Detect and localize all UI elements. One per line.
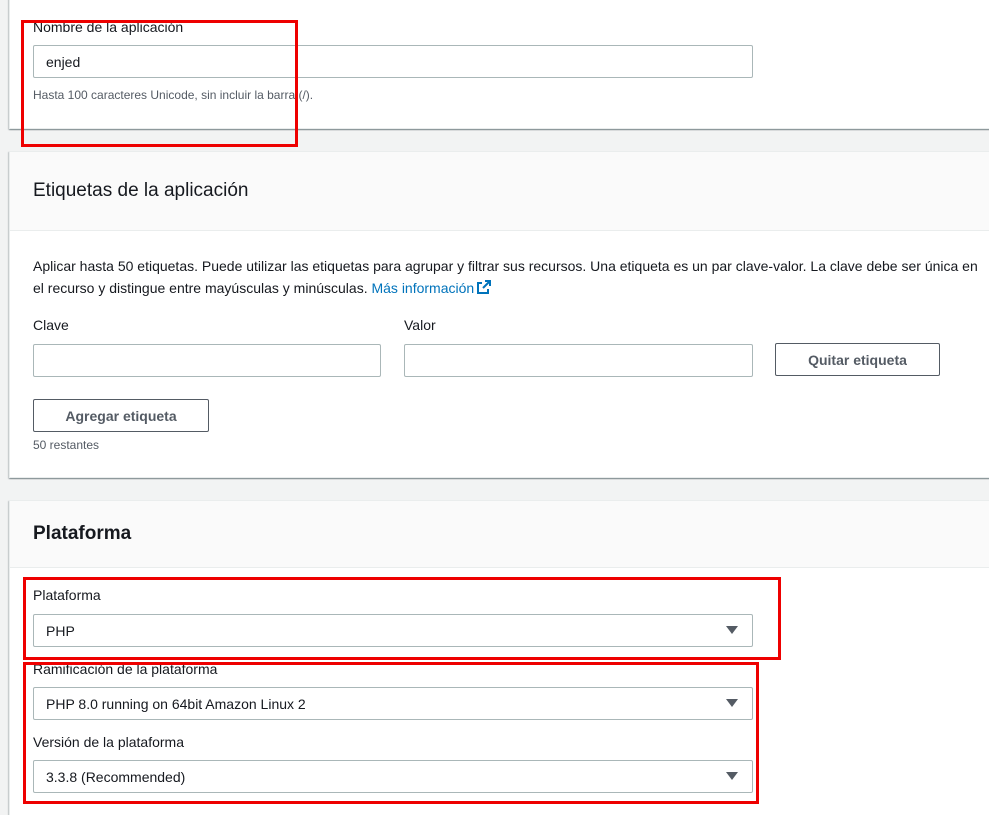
add-tag-label: Agregar etiqueta <box>65 407 177 424</box>
external-link-icon <box>477 280 492 294</box>
caret-down-icon <box>726 772 738 780</box>
app-name-label: Nombre de la aplicación <box>33 19 184 35</box>
platform-label: Plataforma <box>33 587 101 603</box>
learn-more-link[interactable]: Más información <box>371 280 492 296</box>
tag-value-label: Valor <box>404 317 436 333</box>
app-name-input[interactable]: enjed <box>33 45 753 78</box>
platform-card-header: Plataforma <box>10 501 989 568</box>
app-name-card: Nombre de la aplicación enjed Hasta 100 … <box>9 0 989 129</box>
remove-tag-label: Quitar etiqueta <box>808 351 907 368</box>
tag-value-input[interactable] <box>404 344 753 377</box>
tag-key-input[interactable] <box>33 344 381 377</box>
tags-card: Etiquetas de la aplicación Aplicar hasta… <box>9 151 989 478</box>
platform-version-label: Versión de la plataforma <box>33 734 184 750</box>
platform-card: Plataforma Plataforma PHP Ramificación d… <box>9 500 989 815</box>
platform-version-value: 3.3.8 (Recommended) <box>46 768 186 785</box>
add-tag-button[interactable]: Agregar etiqueta <box>33 399 209 432</box>
platform-select[interactable]: PHP <box>33 614 753 647</box>
tags-title: Etiquetas de la aplicación <box>33 180 249 201</box>
tag-key-label: Clave <box>33 317 69 333</box>
tags-card-header: Etiquetas de la aplicación <box>10 152 989 231</box>
caret-down-icon <box>726 699 738 707</box>
platform-branch-label: Ramificación de la plataforma <box>33 661 218 677</box>
platform-branch-value: PHP 8.0 running on 64bit Amazon Linux 2 <box>46 695 306 712</box>
tags-remaining: 50 restantes <box>33 438 100 452</box>
platform-version-select[interactable]: 3.3.8 (Recommended) <box>33 760 753 793</box>
app-name-hint: Hasta 100 caracteres Unicode, sin inclui… <box>33 88 314 102</box>
platform-branch-select[interactable]: PHP 8.0 running on 64bit Amazon Linux 2 <box>33 687 753 720</box>
app-name-value: enjed <box>46 53 81 70</box>
remove-tag-button[interactable]: Quitar etiqueta <box>775 343 940 376</box>
platform-title: Plataforma <box>33 523 132 544</box>
platform-select-value: PHP <box>46 622 75 639</box>
learn-more-label: Más información <box>371 280 475 296</box>
caret-down-icon <box>726 626 738 634</box>
tags-description: Aplicar hasta 50 etiquetas. Puede utiliz… <box>33 255 988 299</box>
tags-description-text: Aplicar hasta 50 etiquetas. Puede utiliz… <box>33 258 978 296</box>
